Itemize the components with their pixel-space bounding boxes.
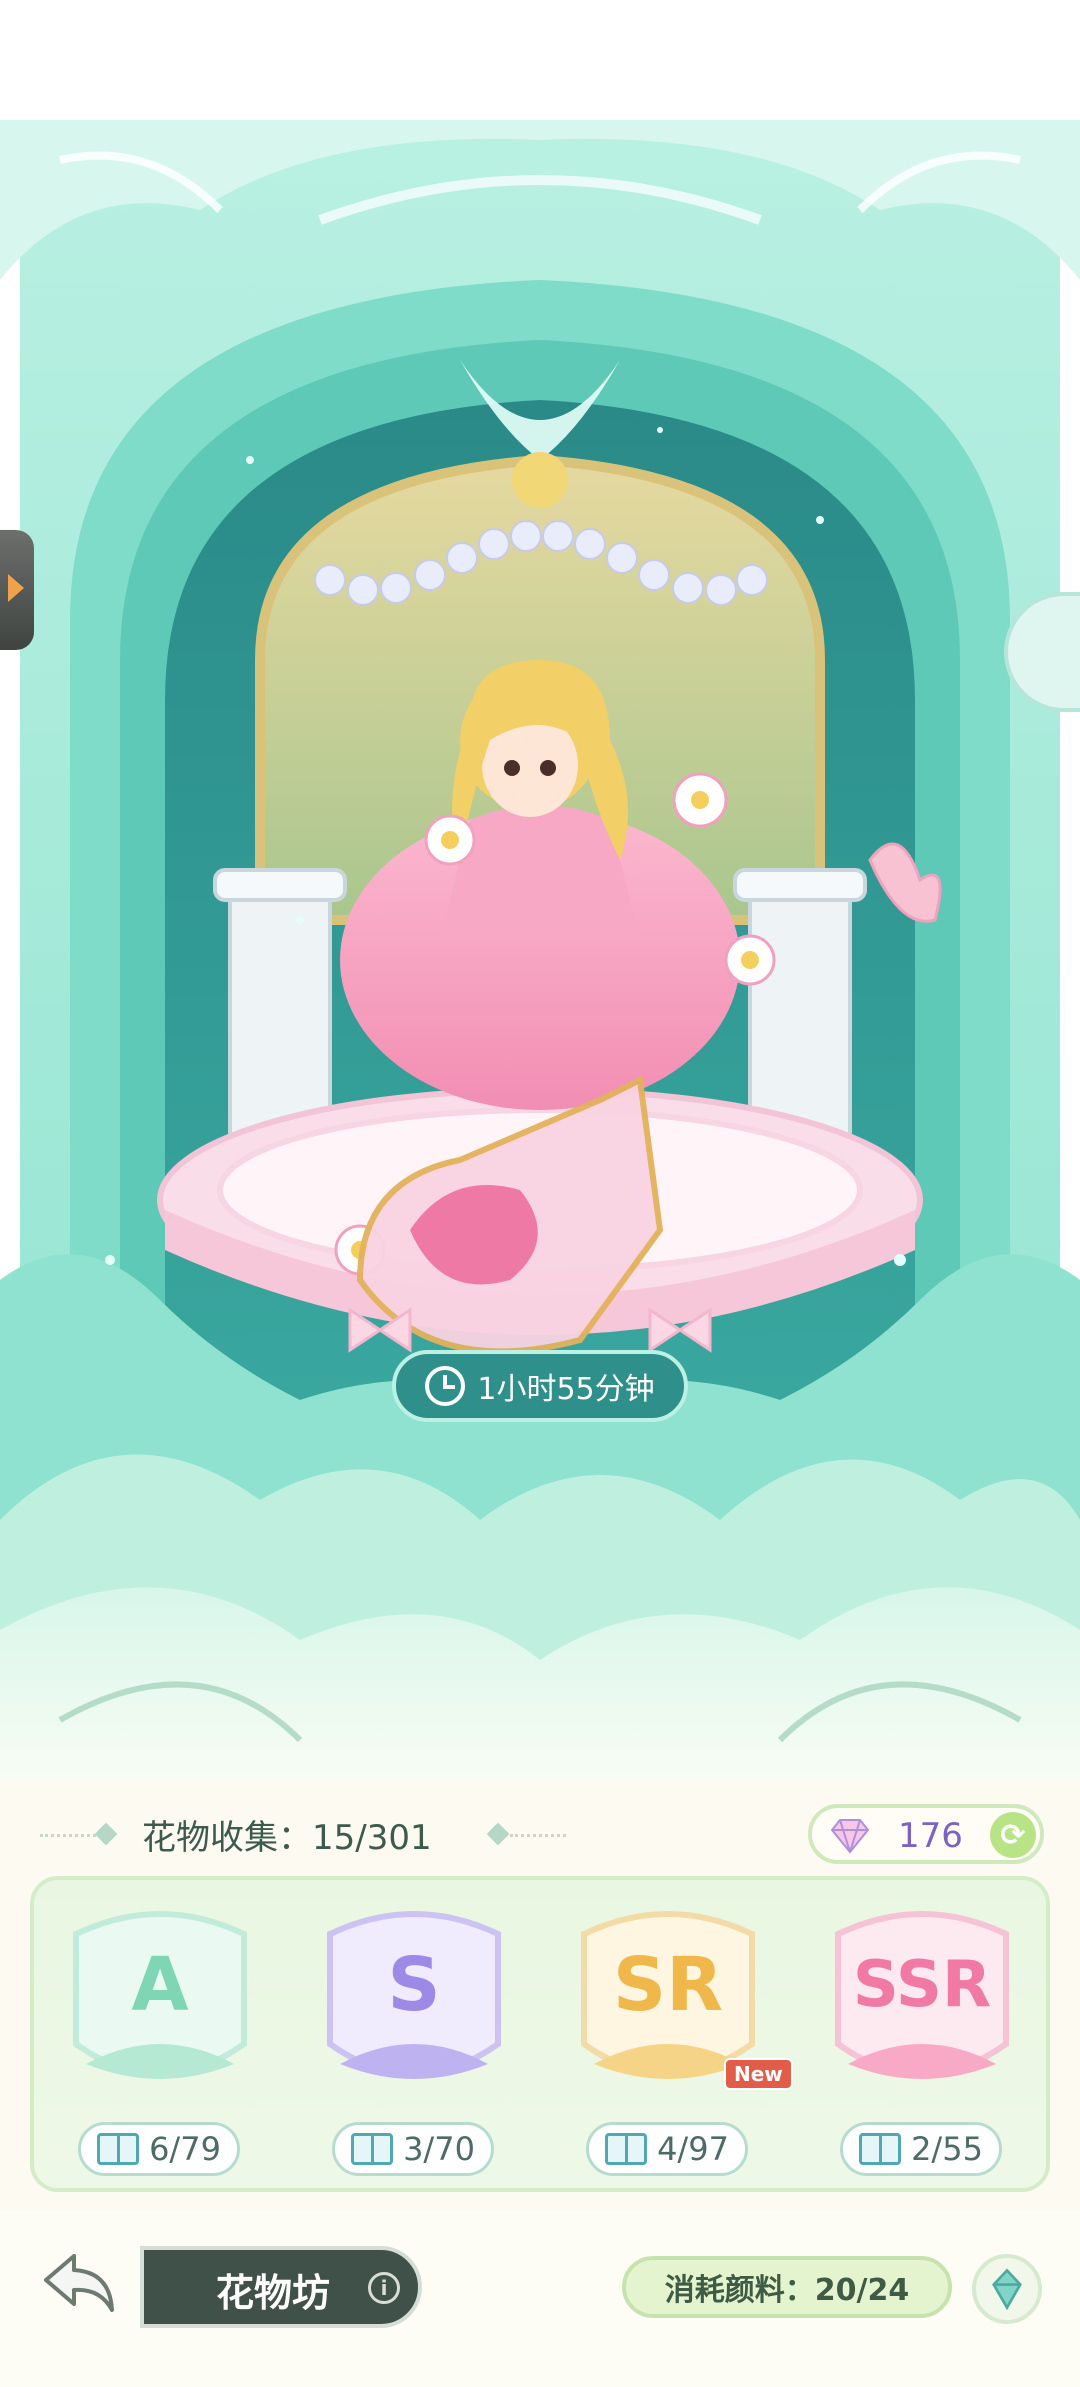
gem-count: 176 [898,1816,963,1856]
book-icon [351,2133,394,2165]
rarity-card-ssr[interactable]: SSR 2/55 [818,1890,1026,2180]
timer-text: 1小时55分钟 [477,1372,655,1407]
diamond-ornament-icon [94,1822,118,1846]
rarity-count: 2/55 [911,2130,983,2168]
rarity-count: 6/79 [149,2130,221,2168]
side-drawer-tab[interactable] [0,530,34,650]
collection-count: 花物收集：15/301 [142,1818,432,1858]
paint-cost: 消耗颜料：20/24 [622,2256,952,2318]
rarity-letter: S [387,1942,441,2028]
book-icon [605,2133,648,2165]
rarity-card-a[interactable]: A 6/79 [56,1890,264,2180]
rarity-letter: A [131,1942,189,2028]
timer-badge: 1小时55分钟 [392,1350,688,1422]
rarity-letter: SR [612,1942,724,2028]
showcase-illustration [0,120,1080,1800]
gem-balance: 176 ⟳ [808,1804,1044,1864]
rarity-card-sr[interactable]: SR New 4/97 [564,1890,793,2180]
rarity-count-pill: 3/70 [332,2122,494,2176]
new-badge: New [724,2058,793,2090]
showcase-scene [0,100,1080,1800]
clock-icon [425,1366,466,1406]
refresh-icon: ⟳ [1000,1817,1026,1853]
workshop-label: 花物坊 [216,2271,331,2315]
book-icon [859,2133,902,2165]
book-icon [97,2133,140,2165]
rarity-count: 4/97 [657,2130,729,2168]
rarity-letter: SSR [852,1948,992,2022]
rarity-count: 3/70 [403,2130,475,2168]
divider-dots [510,1834,566,1837]
back-button[interactable] [40,2248,120,2318]
divider-dots [40,1834,96,1837]
diamond-ornament-icon [486,1822,510,1846]
rarity-card-s[interactable]: S 3/70 [310,1890,518,2180]
paint-cost-text: 消耗颜料：20/24 [664,2273,910,2308]
rarity-count-pill: 6/79 [78,2122,240,2176]
crystal-icon[interactable] [972,2254,1042,2324]
rarity-count-pill: 2/55 [840,2122,1002,2176]
rarity-count-pill: 4/97 [586,2122,748,2176]
info-icon[interactable]: i [368,2272,400,2304]
refresh-button[interactable]: ⟳ [990,1812,1036,1858]
diamond-icon [830,1819,870,1854]
arrow-right-icon [8,574,24,602]
